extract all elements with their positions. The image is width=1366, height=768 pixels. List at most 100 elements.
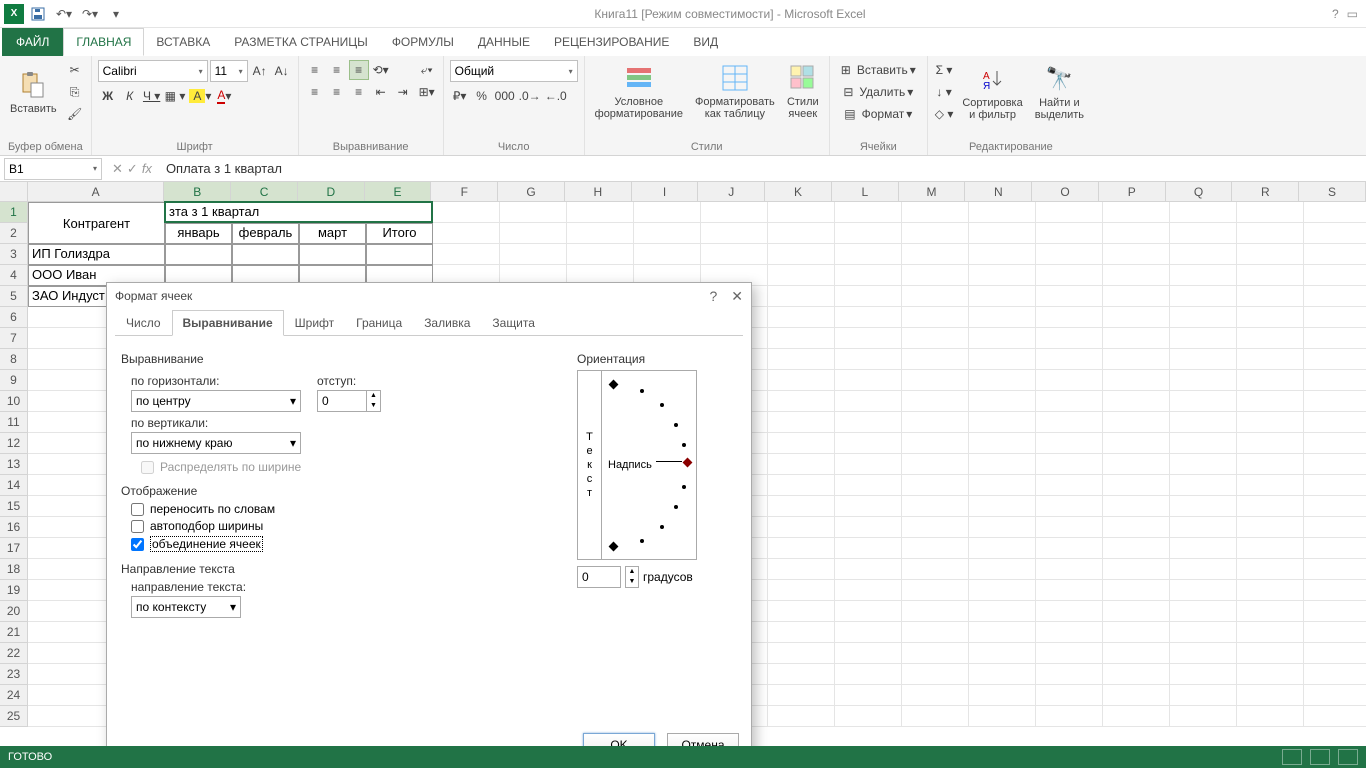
formula-input[interactable]: Оплата з 1 квартал — [158, 161, 1366, 176]
cell[interactable] — [768, 538, 835, 559]
cell[interactable] — [768, 601, 835, 622]
row-header[interactable]: 21 — [0, 622, 28, 643]
cell[interactable] — [768, 475, 835, 496]
row-header[interactable]: 17 — [0, 538, 28, 559]
cell[interactable] — [1036, 412, 1103, 433]
cell[interactable]: январь — [165, 223, 232, 244]
cell[interactable] — [768, 349, 835, 370]
cell[interactable] — [768, 643, 835, 664]
cell[interactable] — [1036, 475, 1103, 496]
cell[interactable] — [1237, 580, 1304, 601]
cell[interactable] — [1036, 580, 1103, 601]
cell[interactable] — [1103, 307, 1170, 328]
spin-indent[interactable]: 0 — [317, 390, 367, 412]
view-page-break-icon[interactable] — [1338, 749, 1358, 765]
cell[interactable] — [1103, 391, 1170, 412]
qat-customize-icon[interactable]: ▾ — [104, 2, 128, 26]
file-tab[interactable]: ФАЙЛ — [2, 28, 63, 56]
cell[interactable] — [902, 223, 969, 244]
cell[interactable] — [835, 517, 902, 538]
cell[interactable] — [1103, 286, 1170, 307]
cell[interactable] — [902, 433, 969, 454]
cell[interactable] — [768, 202, 835, 223]
font-size-combo[interactable]: 11▾ — [210, 60, 248, 82]
cell[interactable] — [1036, 328, 1103, 349]
cell[interactable] — [902, 622, 969, 643]
clear-icon[interactable]: ◇ ▾ — [934, 104, 955, 124]
tab-view[interactable]: ВИД — [681, 28, 730, 56]
cell[interactable] — [1170, 538, 1237, 559]
cell[interactable] — [835, 370, 902, 391]
cell[interactable] — [902, 643, 969, 664]
cell[interactable]: Итого — [366, 223, 433, 244]
cell[interactable] — [969, 454, 1036, 475]
cell[interactable] — [902, 454, 969, 475]
cell[interactable] — [969, 307, 1036, 328]
cell[interactable] — [1036, 244, 1103, 265]
dialog-tab-number[interactable]: Число — [115, 310, 172, 336]
cell[interactable] — [902, 559, 969, 580]
cell[interactable] — [1036, 664, 1103, 685]
cell[interactable] — [835, 685, 902, 706]
cell[interactable] — [1304, 601, 1366, 622]
name-box[interactable]: B1▾ — [4, 158, 102, 180]
combo-horizontal[interactable]: по центру▾ — [131, 390, 301, 412]
cell[interactable] — [1103, 664, 1170, 685]
combo-vertical[interactable]: по нижнему краю▾ — [131, 432, 301, 454]
spin-up-icon[interactable]: ▲ — [367, 391, 380, 401]
redo-icon[interactable]: ↷▾ — [78, 2, 102, 26]
dialog-close-icon[interactable]: ✕ — [731, 288, 743, 305]
cell[interactable] — [1170, 643, 1237, 664]
cell[interactable] — [1170, 412, 1237, 433]
cell[interactable] — [835, 328, 902, 349]
cell[interactable] — [1103, 517, 1170, 538]
spin-deg-up-icon[interactable]: ▲ — [626, 567, 638, 577]
cell[interactable] — [835, 475, 902, 496]
cell[interactable] — [835, 580, 902, 601]
align-right-icon[interactable]: ≡ — [349, 82, 369, 102]
cell[interactable] — [1170, 328, 1237, 349]
align-center-icon[interactable]: ≡ — [327, 82, 347, 102]
col-header[interactable]: O — [1032, 182, 1099, 201]
cell-merged[interactable]: Контрагент — [28, 202, 165, 244]
row-header[interactable]: 8 — [0, 349, 28, 370]
cell[interactable] — [768, 517, 835, 538]
col-header[interactable]: A — [28, 182, 165, 201]
cell[interactable] — [835, 622, 902, 643]
row-header[interactable]: 25 — [0, 706, 28, 727]
cell[interactable] — [1304, 265, 1366, 286]
cell[interactable] — [1304, 370, 1366, 391]
cell[interactable] — [1237, 349, 1304, 370]
spin-degrees[interactable]: 0 — [577, 566, 621, 588]
cell[interactable] — [768, 307, 835, 328]
percent-icon[interactable]: % — [472, 86, 492, 106]
tab-review[interactable]: РЕЦЕНЗИРОВАНИЕ — [542, 28, 681, 56]
dialog-tab-border[interactable]: Граница — [345, 310, 413, 336]
row-header[interactable]: 23 — [0, 664, 28, 685]
cell[interactable] — [768, 370, 835, 391]
orientation-icon[interactable]: ⟲▾ — [371, 60, 391, 80]
check-wrap[interactable] — [131, 503, 144, 516]
underline-button[interactable]: Ч ▾ — [142, 86, 162, 106]
cell[interactable] — [634, 223, 701, 244]
cell[interactable] — [1170, 223, 1237, 244]
cell[interactable] — [1036, 202, 1103, 223]
cell[interactable] — [768, 685, 835, 706]
cell[interactable]: зта з 1 квартал — [165, 202, 433, 223]
cell[interactable] — [902, 664, 969, 685]
cell[interactable] — [902, 202, 969, 223]
cell[interactable] — [1237, 622, 1304, 643]
cell[interactable] — [1304, 538, 1366, 559]
cell[interactable] — [768, 622, 835, 643]
cancel-formula-icon[interactable]: ✕ — [112, 161, 123, 177]
cell[interactable] — [835, 202, 902, 223]
decrease-font-icon[interactable]: A↓ — [272, 61, 292, 81]
cell[interactable] — [1237, 538, 1304, 559]
check-shrink[interactable] — [131, 520, 144, 533]
row-header[interactable]: 22 — [0, 643, 28, 664]
cell[interactable] — [1036, 538, 1103, 559]
cell[interactable] — [969, 643, 1036, 664]
col-header[interactable]: F — [431, 182, 498, 201]
cell[interactable] — [1170, 307, 1237, 328]
autosum-icon[interactable]: Σ ▾ — [934, 60, 955, 80]
